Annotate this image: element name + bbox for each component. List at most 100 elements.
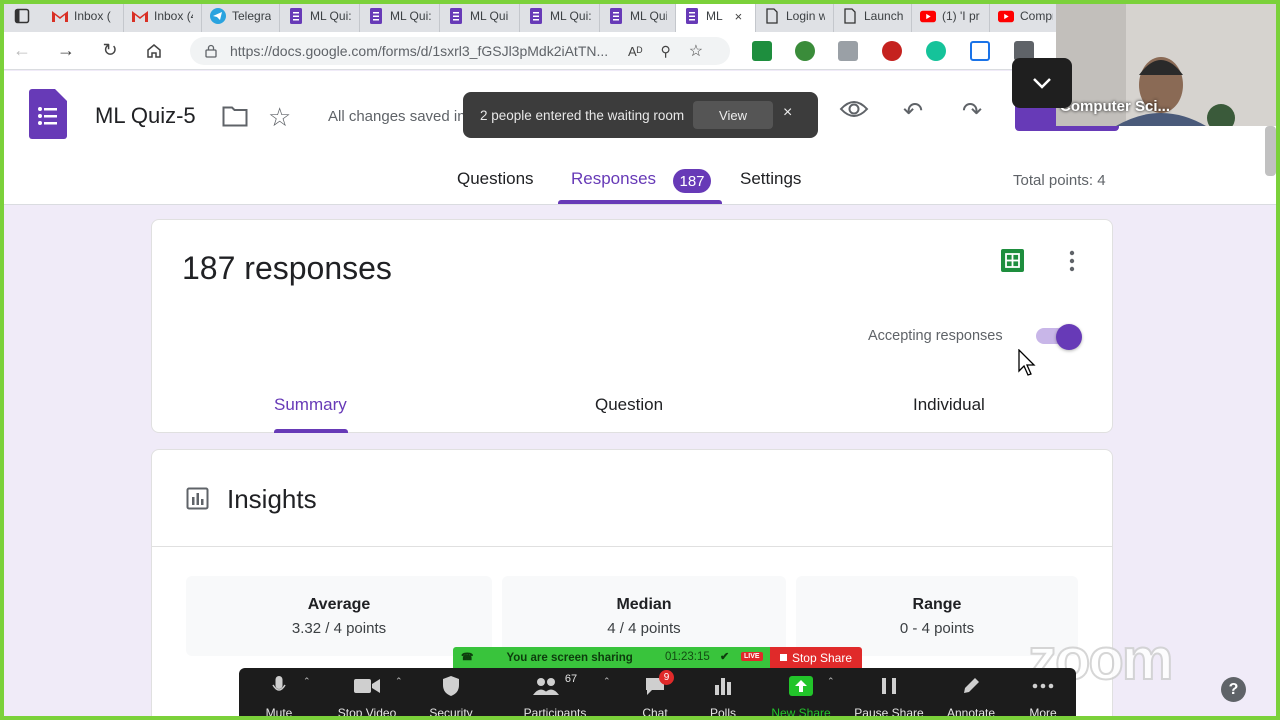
more-button[interactable]: More — [1003, 672, 1083, 720]
tab-settings[interactable]: Settings — [740, 169, 801, 189]
browser-tab[interactable]: Login w — [756, 0, 834, 32]
browser-tab-title: (1) 'I pr — [942, 9, 980, 23]
phone-icon: ☎ — [461, 652, 474, 663]
back-icon[interactable]: ← — [0, 32, 44, 70]
more-dots-icon — [1032, 683, 1054, 689]
subtab-individual[interactable]: Individual — [913, 395, 985, 415]
link-to-sheets-icon[interactable] — [1001, 249, 1024, 272]
view-button[interactable]: View — [693, 101, 773, 129]
collapse-video-button[interactable] — [1012, 58, 1072, 108]
pause-share-button[interactable]: Pause Share — [849, 672, 929, 720]
insights-chart-icon — [186, 487, 209, 515]
active-subtab-indicator — [274, 429, 348, 433]
chevron-up-icon[interactable]: ⌃ — [395, 676, 403, 687]
live-badge: LIVE — [741, 652, 763, 661]
subtab-summary[interactable]: Summary — [274, 395, 347, 415]
home-icon[interactable] — [132, 32, 176, 70]
close-icon[interactable]: × — [783, 104, 792, 122]
zoom-icon[interactable]: ⚲ — [661, 43, 671, 60]
youtube-icon — [998, 8, 1014, 24]
polls-button[interactable]: Polls — [683, 672, 763, 720]
browser-tab[interactable]: Inbox ( — [44, 0, 124, 32]
participants-icon — [532, 678, 559, 695]
extension-sheets-icon[interactable] — [752, 41, 772, 61]
form-title[interactable]: ML Quiz-5 — [95, 103, 196, 129]
chevron-up-icon[interactable]: ⌃ — [827, 676, 835, 687]
stat-label: Range — [912, 596, 962, 613]
browser-tab[interactable]: Inbox (4 — [124, 0, 202, 32]
address-bar[interactable]: https://docs.google.com/forms/d/1sxrl3_f… — [190, 37, 730, 65]
browser-tab[interactable]: ML Qui — [440, 0, 520, 32]
browser-tab[interactable]: ML Qui — [600, 0, 676, 32]
sharing-timer: 01:23:15 — [665, 651, 710, 663]
participants-label: Participants — [523, 706, 587, 720]
stat-average: Average 3.32 / 4 points — [186, 576, 492, 656]
forward-icon[interactable]: → — [44, 32, 88, 70]
pause-share-label: Pause Share — [854, 706, 924, 720]
chevron-down-icon — [1033, 78, 1051, 89]
toggle-knob[interactable] — [1056, 324, 1082, 350]
close-tab-icon[interactable]: × — [735, 9, 743, 24]
insights-title: Insights — [227, 484, 317, 514]
browser-tab-title: Inbox (4 — [154, 9, 193, 23]
sharing-status-text: You are screen sharing — [506, 651, 633, 664]
participants-count: 67 — [564, 673, 578, 685]
browser-tab[interactable]: (1) 'I pr — [912, 0, 990, 32]
subtab-question[interactable]: Question — [595, 395, 663, 415]
mute-label: Mute — [265, 706, 293, 720]
browser-tab-title: ML Qui — [630, 9, 667, 23]
participants-button[interactable]: 67 Participants — [515, 672, 595, 720]
browser-tab[interactable]: ML × — [676, 0, 756, 32]
chevron-up-icon[interactable]: ⌃ — [303, 676, 311, 687]
browser-tab-title: Launch — [864, 9, 903, 23]
redo-icon[interactable]: ↷ — [962, 97, 982, 126]
preview-eye-icon[interactable] — [839, 99, 869, 124]
annotate-button[interactable]: Annotate — [931, 672, 1011, 720]
forms-icon — [684, 8, 700, 24]
extension-grammarly-icon[interactable] — [926, 41, 946, 61]
bar-chart-icon — [715, 678, 731, 695]
extension-screen-icon[interactable] — [970, 41, 990, 61]
browser-tab[interactable]: Launch — [834, 0, 912, 32]
browser-tab[interactable]: ML Qui: — [520, 0, 600, 32]
browser-tab[interactable]: ML Qui: — [280, 0, 360, 32]
help-button[interactable]: ? — [1221, 677, 1246, 702]
tab-questions[interactable]: Questions — [457, 169, 534, 189]
google-forms-logo-icon[interactable] — [29, 89, 67, 144]
mouse-cursor-icon — [1018, 348, 1038, 382]
tab-actions-icon[interactable] — [0, 0, 44, 32]
browser-tab[interactable]: Compr — [990, 0, 1062, 32]
extension-copy-icon[interactable] — [838, 41, 858, 61]
notification-message: 2 people entered the waiting room — [480, 107, 685, 123]
total-points: Total points: 4 — [1013, 172, 1106, 189]
page-scrollbar[interactable] — [1265, 126, 1276, 176]
extension-globe-icon[interactable] — [795, 41, 815, 61]
reload-icon[interactable]: ↻ — [88, 32, 132, 70]
gmail-icon — [132, 8, 148, 24]
browser-tab[interactable]: ML Qui: — [360, 0, 440, 32]
security-button[interactable]: Security — [411, 672, 491, 720]
stop-share-button[interactable]: Stop Share — [770, 647, 862, 668]
favorite-star-icon[interactable]: ☆ — [689, 41, 703, 61]
extension-record-icon[interactable] — [882, 41, 902, 61]
folder-icon[interactable] — [222, 105, 248, 132]
browser-tab-title: Compr — [1020, 9, 1053, 23]
more-label: More — [1029, 706, 1057, 720]
microphone-icon — [272, 676, 286, 691]
pause-icon — [882, 678, 896, 694]
more-options-icon[interactable] — [1064, 250, 1080, 272]
doc-icon — [764, 8, 780, 24]
tab-responses[interactable]: Responses — [571, 169, 656, 189]
active-tab-indicator — [558, 200, 722, 204]
telegram-icon — [210, 8, 226, 24]
star-icon[interactable]: ☆ — [268, 102, 291, 133]
gmail-icon — [52, 8, 68, 24]
forms-icon — [608, 8, 624, 24]
chevron-up-icon[interactable]: ⌃ — [603, 676, 611, 687]
webcam-video: Computer Sci... — [1056, 0, 1280, 126]
browser-tab[interactable]: Telegrar — [202, 0, 280, 32]
stop-icon — [779, 654, 787, 661]
read-aloud-icon[interactable]: Aᴰ — [628, 44, 643, 59]
responses-card: 187 responses Accepting responses Summar… — [151, 219, 1113, 433]
undo-icon[interactable]: ↶ — [903, 97, 923, 126]
